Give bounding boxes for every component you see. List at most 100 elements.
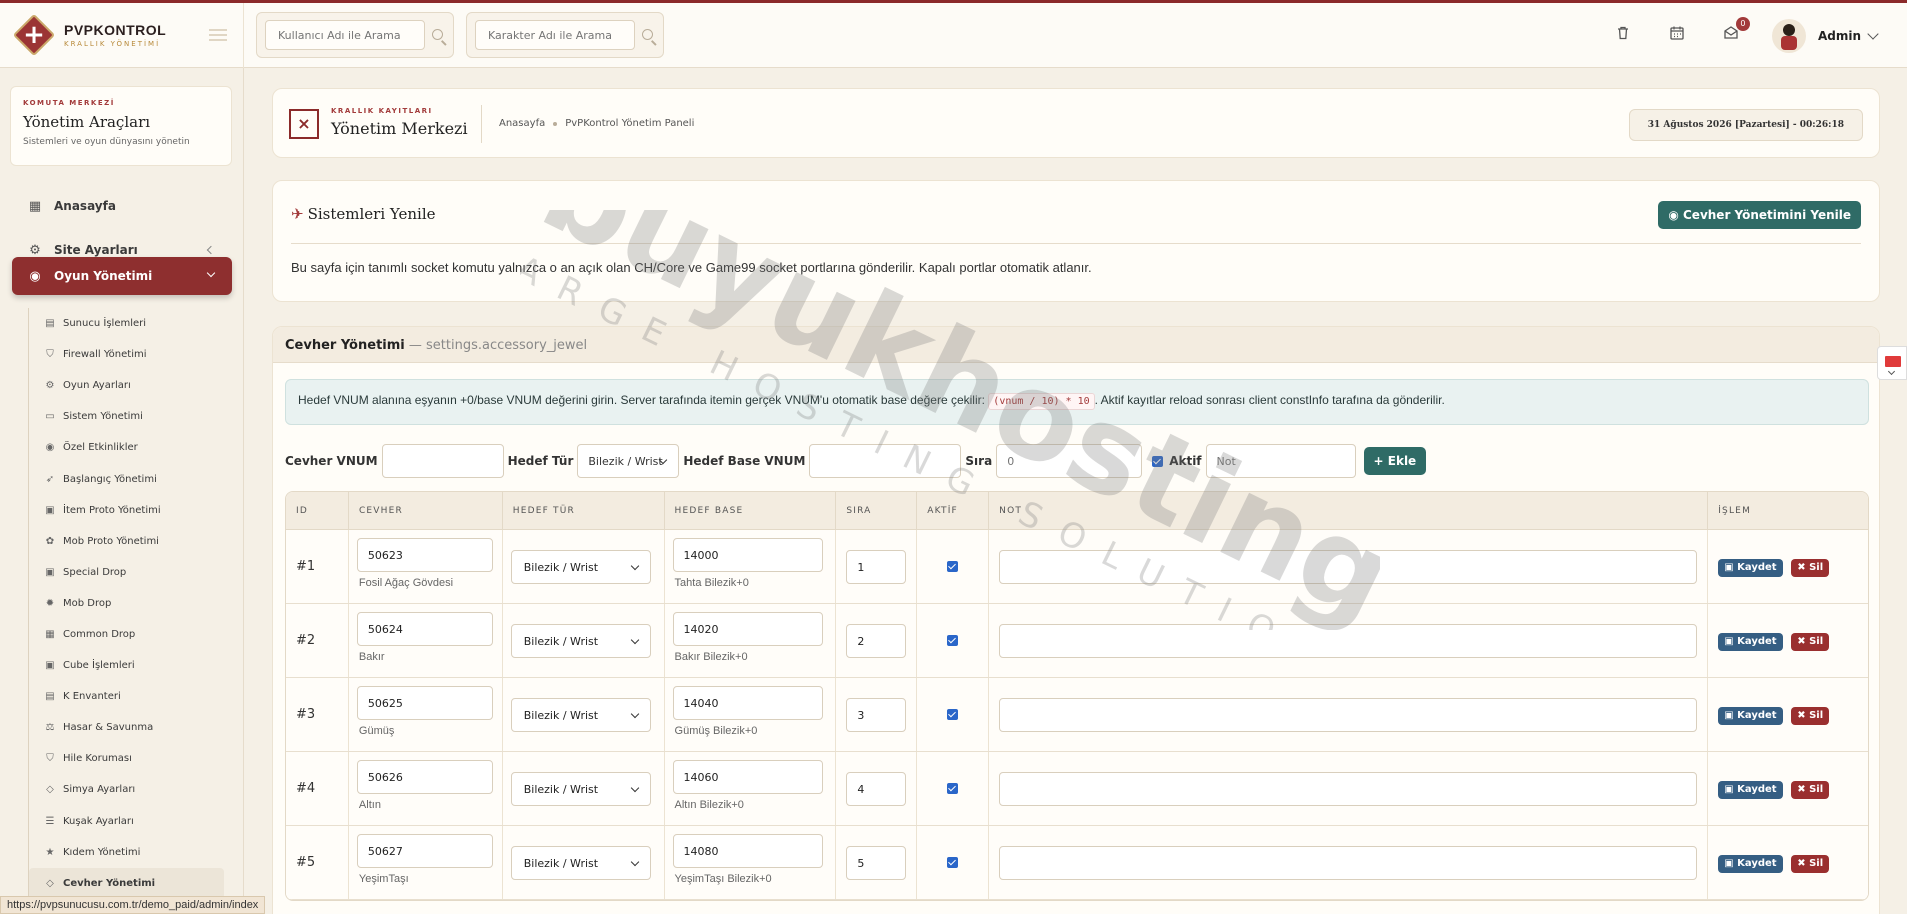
gem-vnum-field[interactable] (356, 612, 493, 646)
sidebar-subitem-label: Cube İşlemleri (63, 660, 135, 672)
save-button[interactable]: ▣ Kaydet (1718, 707, 1783, 725)
avatar[interactable] (1771, 18, 1806, 53)
sidebar-subitem[interactable]: ◇ Simya Ayarları (29, 774, 224, 805)
breadcrumb: Anasayfa PvPKontrol Yönetim Paneli (499, 118, 694, 129)
active-checkbox[interactable] (947, 561, 959, 572)
table-body: #1 Fosil Ağaç Gövdesi Bilezik / Wrist Tahta… (286, 530, 1868, 900)
gem-vnum-field[interactable] (356, 686, 493, 720)
target-type-select[interactable]: Bilezik / Wrist (510, 698, 651, 732)
brand-logo-icon: + (12, 13, 56, 57)
target-base-field[interactable] (672, 834, 823, 868)
admin-name[interactable]: Admin (1818, 29, 1861, 43)
search-icon[interactable] (642, 29, 653, 40)
close-icon[interactable]: × (289, 109, 319, 139)
save-button[interactable]: ▣ Kaydet (1718, 559, 1783, 577)
note-field[interactable] (999, 550, 1698, 584)
sidebar-subitem[interactable]: ▭ Sistem Yönetimi (29, 401, 224, 432)
active-checkbox[interactable] (947, 635, 959, 646)
sidebar-subitem[interactable]: ◇ Cevher Yönetimi (29, 867, 224, 899)
sidebar-subitem[interactable]: ✹ Mob Drop (29, 588, 224, 619)
cell-order (836, 604, 918, 677)
delete-button[interactable]: ✖ Sil (1791, 707, 1830, 725)
note-input[interactable] (1205, 444, 1356, 478)
cell-note (989, 752, 1709, 825)
mail-icon[interactable]: 0 (1718, 16, 1750, 49)
cell-note (989, 678, 1709, 751)
target-base-field[interactable] (672, 538, 823, 572)
search-icon[interactable] (432, 29, 443, 40)
sidebar-subitem[interactable]: ◉ Özel Etkinlikler (29, 432, 224, 463)
trash-icon[interactable] (1610, 23, 1636, 49)
sidebar-subitem[interactable]: ⛉ Firewall Yönetimi (29, 339, 224, 370)
column-header: AKTİF (917, 492, 990, 529)
user-search-input[interactable] (265, 20, 425, 50)
target-type-select[interactable]: Bilezik / Wrist (577, 444, 680, 478)
character-search-input[interactable] (475, 20, 635, 50)
add-button[interactable]: + Ekle (1363, 447, 1427, 475)
target-type-select[interactable]: Bilezik / Wrist (510, 772, 651, 806)
order-field[interactable] (846, 698, 907, 732)
note-field[interactable] (999, 846, 1698, 880)
order-input[interactable] (996, 444, 1143, 478)
language-selector[interactable] (1877, 346, 1907, 380)
sidebar-subitem[interactable]: ▤ K Envanteri (29, 681, 224, 712)
gem-card-title: Cevher Yönetimi (285, 338, 405, 353)
sidebar-subitem[interactable]: ☰ Kuşak Ayarları (29, 806, 224, 837)
order-field[interactable] (846, 772, 907, 806)
gem-vnum-field[interactable] (356, 760, 493, 794)
save-label: Kaydet (1737, 784, 1777, 795)
sidebar-subitem[interactable]: ▣ Special Drop (29, 557, 224, 588)
save-button[interactable]: ▣ Kaydet (1718, 855, 1783, 873)
dashboard-icon: ▦ (28, 198, 42, 214)
brand[interactable]: + PVPKONTROL KRALLIK YÖNETİMİ (0, 2, 244, 68)
order-field[interactable] (846, 624, 907, 658)
save-button[interactable]: ▣ Kaydet (1718, 633, 1783, 651)
sidebar-subitem[interactable]: ▣ İtem Proto Yönetimi (29, 495, 224, 526)
target-type-select[interactable]: Bilezik / Wrist (510, 624, 651, 658)
note-field[interactable] (999, 698, 1698, 732)
sidebar-subitem[interactable]: ★ Kıdem Yönetimi (29, 837, 224, 868)
active-checkbox[interactable] (1152, 455, 1164, 467)
active-checkbox[interactable] (947, 783, 959, 794)
target-base-field[interactable] (672, 760, 823, 794)
gem-vnum-field[interactable] (356, 834, 493, 868)
sidebar-subitem[interactable]: ▤ Sunucu İşlemleri (29, 308, 224, 339)
target-type-select[interactable]: Bilezik / Wrist (510, 550, 651, 584)
refresh-button-label: Cevher Yönetimini Yenile (1683, 208, 1851, 222)
sidebar-subitem[interactable]: ▣ Cube İşlemleri (29, 650, 224, 681)
menu-toggle-icon[interactable] (209, 28, 227, 41)
target-base-field[interactable] (672, 686, 823, 720)
target-base-field[interactable] (672, 612, 823, 646)
save-button[interactable]: ▣ Kaydet (1718, 781, 1783, 799)
sidebar-subitem[interactable]: ⛉ Hile Koruması (29, 743, 224, 774)
sidebar-subitem-label: K Envanteri (63, 691, 121, 703)
sidebar-item-game-management[interactable]: ◉ Oyun Yönetimi (12, 257, 232, 295)
sidebar-item-home[interactable]: ▦ Anasayfa (12, 187, 232, 225)
note-field[interactable] (999, 624, 1698, 658)
active-checkbox[interactable] (947, 709, 959, 720)
gem-vnum-field[interactable] (356, 538, 493, 572)
target-type-select[interactable]: Bilezik / Wrist (510, 846, 651, 880)
delete-button[interactable]: ✖ Sil (1791, 781, 1830, 799)
sidebar-subitem[interactable]: ➶ Başlangıç Yönetimi (29, 463, 224, 494)
sidebar-subitem[interactable]: ✿ Mob Proto Yönetimi (29, 526, 224, 557)
order-field[interactable] (846, 550, 907, 584)
active-checkbox[interactable] (947, 857, 959, 868)
target-base-vnum-input[interactable] (809, 444, 962, 478)
sidebar-subitem[interactable]: ▦ Common Drop (29, 619, 224, 650)
sidebar-subitem[interactable]: ⚖ Hasar & Savunma (29, 712, 224, 743)
order-field[interactable] (846, 846, 907, 880)
calendar-icon[interactable] (1664, 23, 1690, 49)
delete-button[interactable]: ✖ Sil (1791, 633, 1830, 651)
delete-button[interactable]: ✖ Sil (1791, 559, 1830, 577)
bug-icon: ✹ (45, 597, 55, 609)
note-field[interactable] (999, 772, 1698, 806)
trash-icon: ✖ (1797, 710, 1810, 721)
chevron-down-icon[interactable] (1867, 27, 1879, 40)
delete-button[interactable]: ✖ Sil (1791, 855, 1830, 873)
refresh-gem-button[interactable]: ◉ Cevher Yönetimini Yenile (1658, 201, 1861, 229)
breadcrumb-home[interactable]: Anasayfa (499, 118, 545, 129)
cell-target-type: Bilezik / Wrist (503, 678, 665, 751)
gem-vnum-input[interactable] (381, 444, 504, 478)
sidebar-subitem[interactable]: ⚙ Oyun Ayarları (29, 370, 224, 401)
